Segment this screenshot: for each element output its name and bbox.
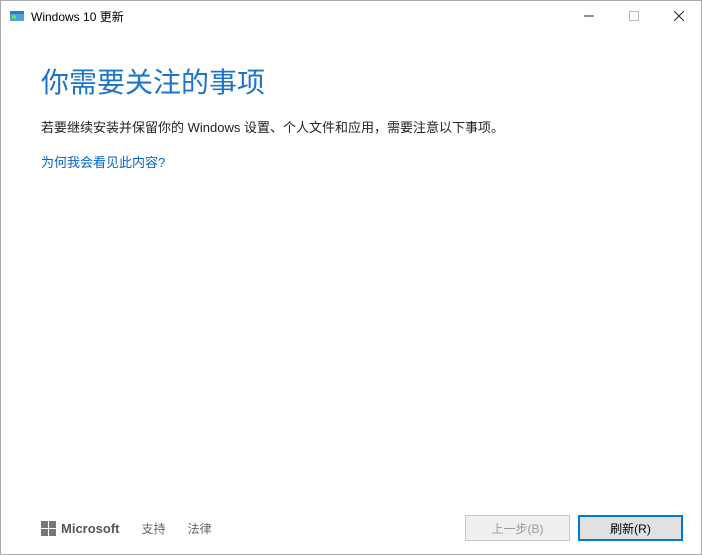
footer: Microsoft 支持 法律 上一步(B) 刷新(R) (1, 502, 701, 554)
window-title: Windows 10 更新 (31, 8, 566, 25)
page-heading: 你需要关注的事项 (41, 61, 661, 101)
titlebar: Windows 10 更新 (1, 1, 701, 31)
window-controls (566, 1, 701, 31)
microsoft-logo-icon (41, 521, 56, 536)
legal-link[interactable]: 法律 (188, 520, 212, 537)
microsoft-logo-text: Microsoft (61, 521, 120, 536)
close-button[interactable] (656, 1, 701, 31)
page-description: 若要继续安装并保留你的 Windows 设置、个人文件和应用，需要注意以下事项。 (41, 117, 661, 136)
app-icon (9, 8, 25, 24)
help-link[interactable]: 为何我会看见此内容? (41, 152, 165, 171)
support-link[interactable]: 支持 (142, 520, 166, 537)
minimize-button[interactable] (566, 1, 611, 31)
window-frame: Windows 10 更新 你需要关注的事项 若要继续安装并保留你的 Windo… (0, 0, 702, 555)
footer-buttons: 上一步(B) 刷新(R) (465, 515, 683, 541)
maximize-button (611, 1, 656, 31)
refresh-button[interactable]: 刷新(R) (578, 515, 683, 541)
microsoft-logo: Microsoft (41, 521, 120, 536)
back-button: 上一步(B) (465, 515, 570, 541)
content-area: 你需要关注的事项 若要继续安装并保留你的 Windows 设置、个人文件和应用，… (1, 31, 701, 502)
